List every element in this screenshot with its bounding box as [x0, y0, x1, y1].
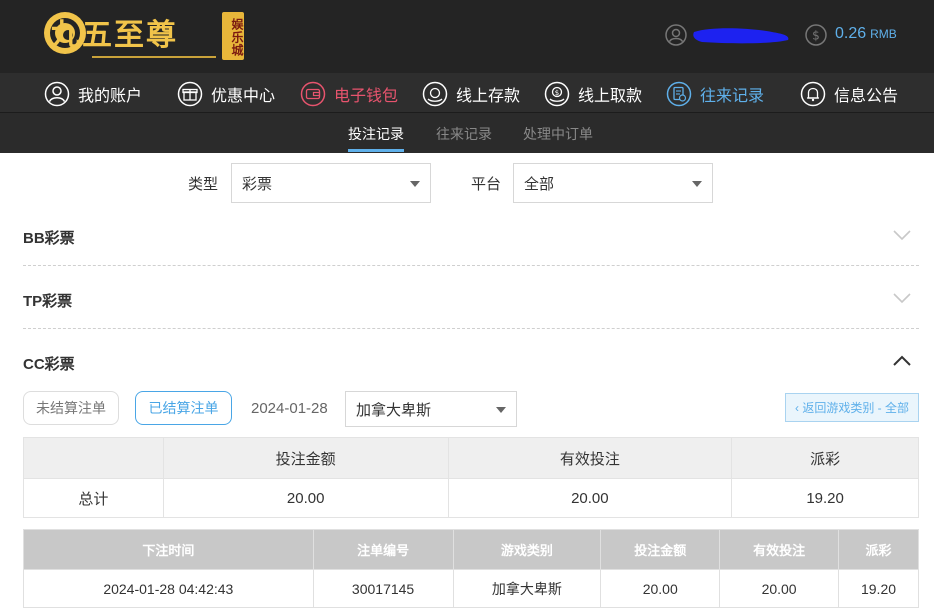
- balance-unit: RMB: [870, 27, 897, 41]
- chevron-down-icon: [692, 181, 702, 187]
- coin-icon: $: [805, 24, 827, 46]
- nav-item-my-account[interactable]: 我的账户: [44, 80, 142, 108]
- platform-select-value: 全部: [524, 175, 555, 193]
- section-tp-lottery[interactable]: TP彩票: [23, 290, 72, 311]
- summary-total-row: 总计 20.00 20.00 19.20: [23, 478, 919, 518]
- summary-header: [23, 437, 164, 479]
- unsettled-bets-tab[interactable]: 未结算注单: [23, 391, 119, 425]
- nav-item-online-withdraw[interactable]: $ 线上取款: [544, 80, 642, 108]
- user-avatar-icon[interactable]: [665, 24, 687, 46]
- nav-label: 优惠中心: [211, 88, 276, 105]
- back-to-game-categories-button[interactable]: ‹ 返回游戏类别 - 全部: [785, 393, 919, 422]
- logo-underline: [92, 56, 216, 58]
- column-header: 有效投注: [719, 529, 840, 570]
- bet-records-table: 下注时间 注单编号 游戏类别 投注金额 有效投注 派彩 2024-01-28 0…: [23, 529, 919, 608]
- svg-text:$: $: [555, 89, 559, 97]
- summary-cell: 20.00: [447, 478, 733, 518]
- chevron-down-icon: [410, 181, 420, 187]
- section-cc-lottery[interactable]: CC彩票: [23, 353, 75, 374]
- nav-label: 线上存款: [456, 88, 521, 105]
- table-cell: 20.00: [719, 569, 840, 608]
- column-header: 游戏类别: [452, 529, 602, 570]
- platform-select[interactable]: 全部: [513, 163, 713, 203]
- summary-header: 投注金额: [162, 437, 449, 479]
- nav-item-announcements[interactable]: 信息公告: [800, 80, 898, 108]
- main-nav: 我的账户 优惠中心 电子钱包 线上存款 $ 线上取款 往来记录 信息公告: [0, 73, 934, 113]
- sub-nav: 投注记录 往来记录 处理中订单: [0, 113, 934, 153]
- table-cell: 30017145: [312, 569, 454, 608]
- summary-header: 有效投注: [447, 437, 733, 479]
- bet-date[interactable]: 2024-01-28: [251, 400, 328, 417]
- user-icon: [44, 81, 70, 107]
- chevron-up-icon[interactable]: [892, 353, 912, 367]
- nav-label: 线上取款: [578, 88, 643, 105]
- column-header: 投注金额: [600, 529, 721, 570]
- active-tab-indicator: [348, 149, 404, 152]
- settled-bets-tab[interactable]: 已结算注单: [135, 391, 232, 425]
- gift-icon: [177, 81, 203, 107]
- game-select[interactable]: 加拿大卑斯: [345, 391, 517, 427]
- game-select-value: 加拿大卑斯: [356, 401, 432, 419]
- chevron-down-icon[interactable]: [892, 228, 912, 242]
- summary-cell: 总计: [23, 478, 164, 518]
- withdraw-icon: $: [544, 81, 570, 107]
- divider: [23, 328, 919, 329]
- logo-text: 九五至尊: [50, 18, 178, 53]
- nav-item-transaction-records[interactable]: 往来记录: [666, 80, 764, 108]
- svg-text:$: $: [812, 29, 820, 43]
- top-header: 九五至尊 娱乐城 $ 0.26 RMB: [0, 0, 934, 73]
- nav-label: 信息公告: [834, 88, 899, 105]
- chevron-down-icon: [496, 407, 506, 413]
- bell-icon: [800, 81, 826, 107]
- type-select-value: 彩票: [242, 175, 273, 193]
- section-bb-lottery[interactable]: BB彩票: [23, 227, 75, 248]
- balance-display: 0.26 RMB: [835, 25, 897, 43]
- deposit-icon: [422, 81, 448, 107]
- nav-item-promotions[interactable]: 优惠中心: [177, 80, 275, 108]
- column-header: 注单编号: [312, 529, 454, 570]
- subnav-tab-bet-records[interactable]: 投注记录: [348, 124, 404, 144]
- redacted-username: [693, 28, 789, 44]
- chevron-down-icon[interactable]: [892, 291, 912, 305]
- subnav-tab-transaction-records[interactable]: 往来记录: [436, 124, 492, 144]
- table-cell: 加拿大卑斯: [452, 569, 602, 608]
- wallet-icon: [300, 81, 326, 107]
- platform-label: 平台: [471, 176, 502, 193]
- summary-table: 投注金额 有效投注 派彩 总计 20.00 20.00 19.20: [23, 437, 919, 518]
- column-header: 派彩: [838, 529, 919, 570]
- nav-label: 电子钱包: [334, 88, 399, 105]
- summary-cell: 20.00: [162, 478, 449, 518]
- nav-item-e-wallet[interactable]: 电子钱包: [300, 80, 398, 108]
- nav-label: 我的账户: [78, 88, 143, 105]
- table-row: 2024-01-28 04:42:43 30017145 加拿大卑斯 20.00…: [23, 569, 919, 608]
- logo-badge: 娱乐城: [222, 12, 244, 60]
- divider: [23, 265, 919, 266]
- balance-value: 0.26: [835, 25, 867, 42]
- records-icon: [666, 81, 692, 107]
- column-header: 下注时间: [23, 529, 314, 570]
- summary-header: 派彩: [731, 437, 919, 479]
- table-cell: 20.00: [600, 569, 721, 608]
- table-cell: 19.20: [838, 569, 919, 608]
- type-label: 类型: [188, 176, 219, 193]
- subnav-tab-pending-orders[interactable]: 处理中订单: [523, 124, 593, 144]
- summary-cell: 19.20: [731, 478, 919, 518]
- nav-label: 往来记录: [700, 88, 765, 105]
- table-cell: 2024-01-28 04:42:43: [23, 569, 314, 608]
- type-select[interactable]: 彩票: [231, 163, 431, 203]
- nav-item-online-deposit[interactable]: 线上存款: [422, 80, 520, 108]
